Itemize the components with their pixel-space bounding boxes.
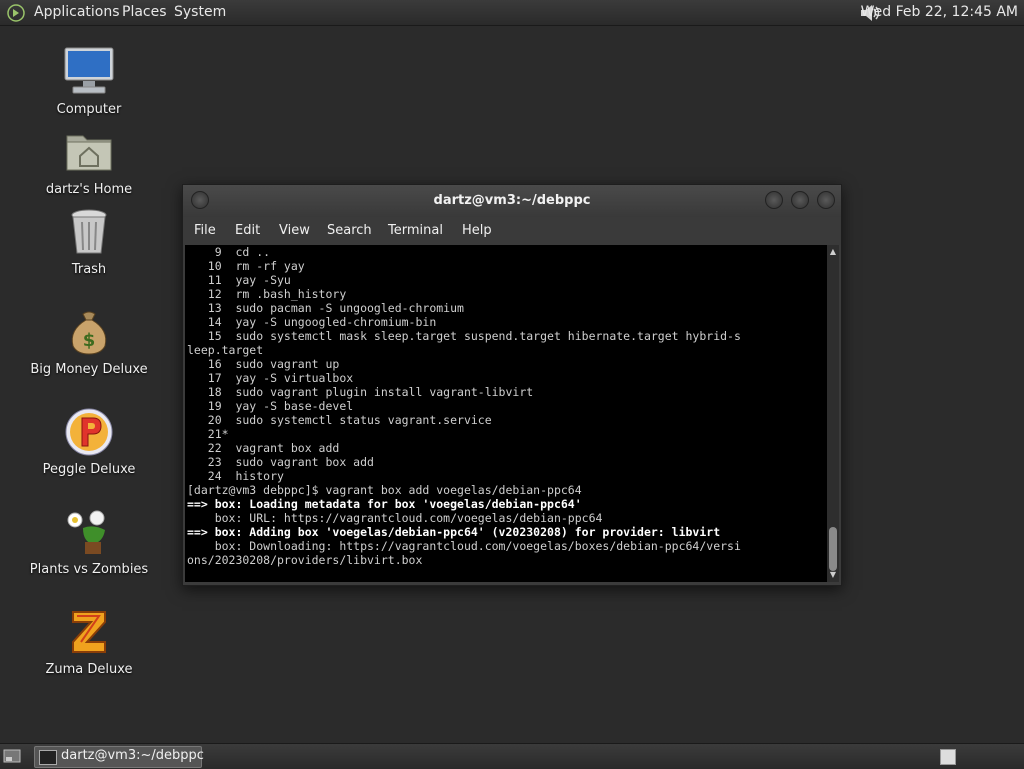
terminal-line: 18 sudo vagrant plugin install vagrant-l… <box>207 385 534 399</box>
terminal-line: box: URL: https://vagrantcloud.com/voege… <box>214 511 603 525</box>
terminal-line: 20 sudo systemctl status vagrant.service <box>207 413 492 427</box>
terminal-line: 9 cd .. <box>214 245 271 259</box>
desktop-icon-label: Big Money Deluxe <box>30 362 148 377</box>
terminal-line: [dartz@vm3 debppc]$ vagrant box add voeg… <box>187 483 582 497</box>
terminal-line: 21* <box>207 427 229 441</box>
terminal-line: 23 sudo vagrant box add <box>207 455 374 469</box>
terminal-line: leep.target <box>187 343 264 357</box>
desktop-icon-trash[interactable]: Trash <box>14 206 164 277</box>
menu-places[interactable]: Places <box>122 4 167 20</box>
window-title: dartz@vm3:~/debppc <box>433 193 591 208</box>
terminal-line: 16 sudo vagrant up <box>207 357 340 371</box>
desktop-icon-label: Zuma Deluxe <box>45 662 133 677</box>
money-bag-icon: $ <box>71 311 107 355</box>
terminal-line: 19 yay -S base-devel <box>207 399 354 413</box>
terminal-line: box: Downloading: https://vagrantcloud.c… <box>214 539 741 553</box>
scrollbar-thumb[interactable] <box>829 527 837 571</box>
desktop-icon-label: Trash <box>71 262 107 277</box>
desktop-icon-big-money[interactable]: $ Big Money Deluxe <box>14 306 164 377</box>
taskbar-button-terminal[interactable]: dartz@vm3:~/debppc <box>34 746 204 768</box>
terminal-line: ons/20230208/providers/libvirt.box <box>187 553 423 567</box>
clock[interactable]: Wed Feb 22, 12:45 AM <box>861 4 1018 20</box>
maximize-icon[interactable] <box>791 191 809 209</box>
desktop-icon-label: dartz's Home <box>45 182 133 197</box>
terminal-line: 17 yay -S virtualbox <box>207 371 354 385</box>
zuma-icon <box>72 611 106 653</box>
desktop-icon-plants-vs-zombies[interactable]: Plants vs Zombies <box>14 506 164 577</box>
menu-search[interactable]: Search <box>327 223 372 238</box>
close-icon[interactable] <box>817 191 835 209</box>
terminal-scrollbar[interactable]: ▲ ▼ <box>827 245 839 582</box>
terminal-menubar: File Edit View Search Terminal Help <box>183 217 841 245</box>
workspace-switcher[interactable] <box>940 749 956 765</box>
terminal-icon <box>39 750 57 765</box>
terminal-window[interactable]: dartz@vm3:~/debppc File Edit View Search… <box>182 184 842 586</box>
terminal-text: 9 cd .. 10 rm -rf yay 11 yay -Syu 12 rm … <box>185 245 827 567</box>
menu-help[interactable]: Help <box>462 223 492 238</box>
minimize-icon[interactable] <box>765 191 783 209</box>
desktop-icon-peggle[interactable]: Peggle Deluxe <box>14 406 164 477</box>
terminal-line: ==> box: Loading metadata for box 'voege… <box>187 497 582 511</box>
show-desktop-icon[interactable] <box>3 748 21 764</box>
svg-text:$: $ <box>83 330 96 351</box>
desktop-icon-label: Computer <box>56 102 122 117</box>
bottom-panel: dartz@vm3:~/debppc <box>0 743 1024 769</box>
window-titlebar[interactable]: dartz@vm3:~/debppc <box>183 185 841 217</box>
terminal-line: 12 rm .bash_history <box>207 287 347 301</box>
terminal-line: 13 sudo pacman -S ungoogled-chromium <box>207 301 464 315</box>
terminal-line: 14 yay -S ungoogled-chromium-bin <box>207 315 437 329</box>
desktop-icon-zuma[interactable]: Zuma Deluxe <box>14 606 164 677</box>
menu-applications[interactable]: Applications <box>34 4 120 20</box>
menu-edit[interactable]: Edit <box>235 223 260 238</box>
menu-file[interactable]: File <box>194 223 216 238</box>
menu-terminal[interactable]: Terminal <box>388 223 443 238</box>
desktop-icon-label: Peggle Deluxe <box>42 462 136 477</box>
menu-view[interactable]: View <box>279 223 310 238</box>
terminal-line: 11 yay -Syu <box>207 273 291 287</box>
terminal-output[interactable]: 9 cd .. 10 rm -rf yay 11 yay -Syu 12 rm … <box>185 245 827 582</box>
home-folder-icon <box>66 135 112 171</box>
scroll-down-icon[interactable]: ▼ <box>827 570 839 580</box>
plants-icon <box>67 510 105 554</box>
menu-system[interactable]: System <box>174 4 226 20</box>
terminal-line: ==> box: Adding box 'voegelas/debian-ppc… <box>187 525 721 539</box>
top-panel: Applications Places System Wed Feb 22, 1… <box>0 0 1024 26</box>
computer-icon <box>64 47 114 94</box>
peggle-icon <box>65 408 113 456</box>
terminal-line: 10 rm -rf yay <box>207 259 305 273</box>
terminal-line: 15 sudo systemctl mask sleep.target susp… <box>207 329 741 343</box>
desktop-icon-computer[interactable]: Computer <box>14 46 164 117</box>
terminal-line: 24 history <box>207 469 284 483</box>
trash-icon <box>71 209 107 254</box>
terminal-line: 22 vagrant box add <box>207 441 340 455</box>
gnome-foot-icon[interactable] <box>6 3 26 23</box>
taskbar-button-label: dartz@vm3:~/debppc <box>61 748 204 763</box>
scroll-up-icon[interactable]: ▲ <box>827 247 839 257</box>
desktop-icon-home[interactable]: dartz's Home <box>14 126 164 197</box>
desktop-icon-label: Plants vs Zombies <box>29 562 149 577</box>
